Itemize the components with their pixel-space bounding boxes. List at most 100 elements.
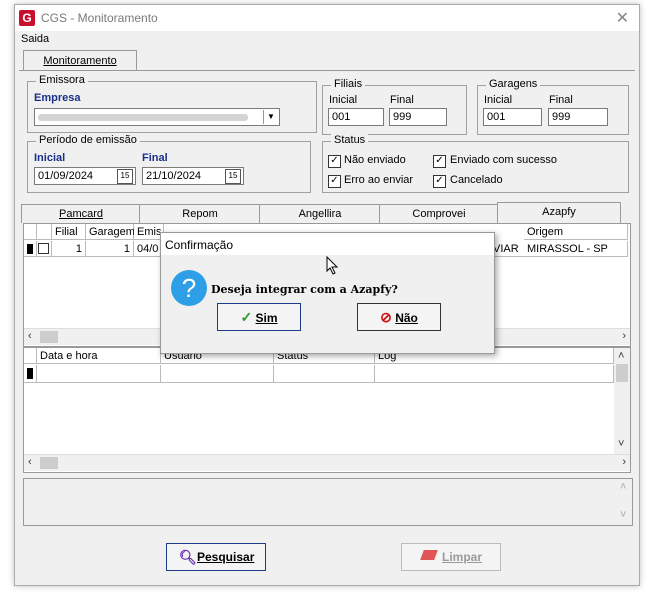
pesquisar-label: Pesquisar xyxy=(197,550,255,564)
tab-comprovei-label: Comprovei xyxy=(412,208,466,220)
chevron-down-icon[interactable]: ▼ xyxy=(263,110,278,124)
scroll-down-icon[interactable]: ˅ xyxy=(618,438,624,450)
scroll-up-icon[interactable]: ˄ xyxy=(618,350,624,362)
periodo-final-value: 21/10/2024 xyxy=(146,170,202,182)
menu-saida[interactable]: Saida xyxy=(21,33,49,45)
nao-label: Não xyxy=(395,311,418,325)
scroll-down-icon[interactable]: ˅ xyxy=(620,509,626,521)
tab-pamcard-label: Pamcard xyxy=(58,208,104,220)
scroll-right-icon[interactable]: › xyxy=(622,330,626,342)
tab-angellira-label: Angellira xyxy=(298,208,342,220)
log-cell-status xyxy=(274,365,375,383)
tab-divider xyxy=(19,70,635,71)
tab-repom-label: Repom xyxy=(182,208,218,220)
col-origem[interactable]: Origem xyxy=(524,224,628,240)
tab-pamcard[interactable]: Pamcard xyxy=(21,204,140,223)
sim-label: Sim xyxy=(255,311,278,325)
periodo-inicial-label: Inicial xyxy=(34,152,66,164)
details-memo[interactable]: ˄ ˅ xyxy=(23,478,633,526)
garagens-inicial-label: Inicial xyxy=(484,94,513,106)
log-hscroll[interactable]: ‹ › xyxy=(24,454,630,471)
filiais-final-input[interactable]: 999 xyxy=(389,108,447,126)
tab-comprovei[interactable]: Comprovei xyxy=(379,204,498,223)
row-indicator xyxy=(24,241,37,257)
mouse-cursor-icon xyxy=(326,256,339,275)
periodo-title: Período de emissão xyxy=(36,134,140,146)
checkbox-nao-enviado[interactable]: ✓ xyxy=(328,155,341,168)
scroll-right-icon[interactable]: › xyxy=(622,456,626,468)
grid-check-header xyxy=(37,224,52,240)
log-cell-data xyxy=(37,365,161,383)
tab-monitoramento[interactable]: Monitoramento xyxy=(23,50,137,71)
col-garagem[interactable]: Garagem xyxy=(86,224,135,240)
periodo-final-input[interactable]: 21/10/2024 15 xyxy=(142,167,244,185)
log-indicator-header xyxy=(24,348,37,364)
row-check-box[interactable] xyxy=(38,243,49,254)
dialog-message: Deseja integrar com a Azapfy? xyxy=(211,283,398,296)
garagens-final-input[interactable]: 999 xyxy=(548,108,608,126)
cell-status: VIAR xyxy=(490,241,524,257)
filiais-title: Filiais xyxy=(331,78,366,90)
nao-enviado-label: Não enviado xyxy=(344,154,406,166)
dialog-title: Confirmação xyxy=(165,238,234,252)
tab-azapfy[interactable]: Azapfy xyxy=(497,202,621,223)
limpar-label: Limpar xyxy=(442,550,483,564)
erro-enviar-label: Erro ao enviar xyxy=(344,174,414,186)
periodo-group: Período de emissão Inicial Final 01/09/2… xyxy=(27,134,311,193)
calendar-icon[interactable]: 15 xyxy=(117,169,133,184)
garagens-title: Garagens xyxy=(486,78,541,90)
filiais-group: Filiais Inicial Final 001 999 xyxy=(322,78,467,135)
periodo-inicial-value: 01/09/2024 xyxy=(38,170,94,182)
enviado-sucesso-label: Enviado com sucesso xyxy=(450,154,557,166)
no-entry-icon: ⊘ xyxy=(380,309,392,325)
limpar-button[interactable]: Limpar xyxy=(401,543,501,571)
log-grid[interactable]: Data e hora Usuário Status Log ˄ ˅ ‹ › xyxy=(23,347,631,473)
log-cell-log xyxy=(375,365,614,383)
title-bar: G CGS - Monitoramento ✕ xyxy=(15,5,639,31)
col-data-hora[interactable]: Data e hora xyxy=(37,348,161,364)
log-cell-usuario xyxy=(161,365,274,383)
pesquisar-button[interactable]: 🔍︎ Pesquisar xyxy=(166,543,266,571)
tab-angellira[interactable]: Angellira xyxy=(259,204,380,223)
status-title: Status xyxy=(331,134,369,146)
checkbox-enviado-sucesso[interactable]: ✓ xyxy=(433,155,446,168)
filiais-final-label: Final xyxy=(390,94,414,106)
dialog-title-bar: Confirmação xyxy=(161,233,494,255)
empresa-value-redacted xyxy=(38,114,248,121)
scroll-up-icon[interactable]: ˄ xyxy=(620,481,626,493)
question-icon: ? xyxy=(171,270,207,306)
scroll-left-icon[interactable]: ‹ xyxy=(28,330,32,342)
scroll-left-icon[interactable]: ‹ xyxy=(28,456,32,468)
emissora-title: Emissora xyxy=(36,74,88,86)
check-icon: ✓ xyxy=(240,309,253,325)
filiais-inicial-label: Inicial xyxy=(329,94,358,106)
tab-monitoramento-label: Monitoramento xyxy=(43,55,117,67)
checkbox-erro-enviar[interactable]: ✓ xyxy=(328,175,341,188)
scroll-thumb[interactable] xyxy=(40,457,58,469)
log-vscroll[interactable]: ˄ ˅ xyxy=(614,348,630,454)
cancelado-label: Cancelado xyxy=(450,174,503,186)
emissora-group: Emissora Empresa ▼ xyxy=(27,74,317,133)
sim-button[interactable]: ✓ Sim xyxy=(217,303,301,331)
scroll-thumb[interactable] xyxy=(40,331,58,343)
cell-garagem: 1 xyxy=(86,241,134,257)
row-checkbox[interactable] xyxy=(37,241,52,257)
tab-repom[interactable]: Repom xyxy=(139,204,260,223)
periodo-inicial-input[interactable]: 01/09/2024 15 xyxy=(34,167,136,185)
window-title: CGS - Monitoramento xyxy=(41,11,158,25)
log-vscroll-thumb[interactable] xyxy=(616,364,628,382)
eraser-icon xyxy=(420,550,438,560)
col-filial[interactable]: Filial xyxy=(52,224,86,240)
tab-azapfy-label: Azapfy xyxy=(542,206,576,218)
checkbox-cancelado[interactable]: ✓ xyxy=(433,175,446,188)
nao-button[interactable]: ⊘ Não xyxy=(357,303,441,331)
log-row-indicator xyxy=(24,365,37,383)
close-icon[interactable]: ✕ xyxy=(616,8,629,28)
filiais-inicial-input[interactable]: 001 xyxy=(328,108,384,126)
memo-vscroll[interactable]: ˄ ˅ xyxy=(616,479,632,525)
status-group: Status ✓ Não enviado ✓ Enviado com suces… xyxy=(322,134,629,193)
garagens-inicial-input[interactable]: 001 xyxy=(483,108,542,126)
empresa-select[interactable]: ▼ xyxy=(34,108,280,126)
calendar-icon[interactable]: 15 xyxy=(225,169,241,184)
periodo-final-label: Final xyxy=(142,152,168,164)
